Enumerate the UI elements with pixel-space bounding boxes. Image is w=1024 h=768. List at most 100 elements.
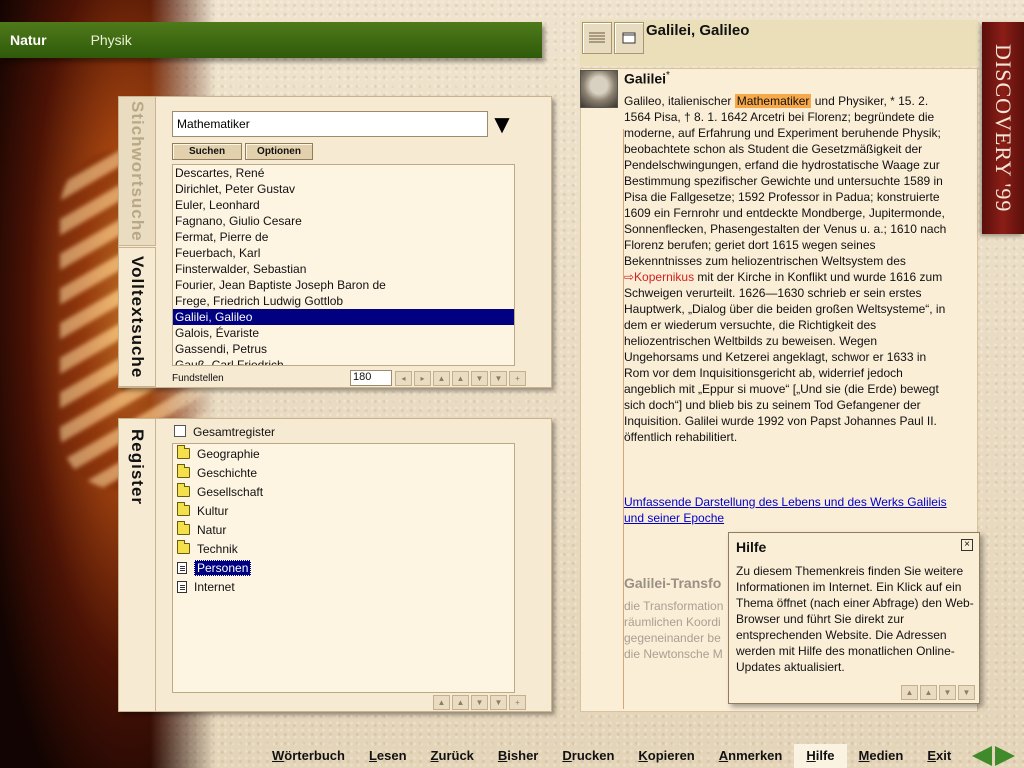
optionen-button[interactable]: Optionen bbox=[245, 143, 313, 160]
menu-item-medien[interactable]: Medien bbox=[847, 744, 916, 768]
menu-item-hilfe[interactable]: Hilfe bbox=[794, 744, 847, 768]
result-row[interactable]: Gassendi, Petrus bbox=[173, 341, 514, 357]
menu-item-label: urück bbox=[438, 748, 474, 763]
menu-item-label: ilfe bbox=[815, 748, 835, 763]
down-icon[interactable]: ▼ bbox=[490, 371, 507, 386]
register-item[interactable]: Geographie bbox=[173, 444, 514, 463]
result-row[interactable]: Fermat, Pierre de bbox=[173, 229, 514, 245]
result-row[interactable]: Frege, Friedrich Ludwig Gottlob bbox=[173, 293, 514, 309]
result-row[interactable]: Fagnano, Giulio Cesare bbox=[173, 213, 514, 229]
down-icon[interactable]: ▼ bbox=[490, 695, 507, 710]
result-row[interactable]: Finsterwalder, Sebastian bbox=[173, 261, 514, 277]
tab-stichwortsuche[interactable]: Stichwortsuche bbox=[118, 96, 156, 246]
article-headword: Galilei* bbox=[624, 70, 670, 87]
category-bar: Natur Physik bbox=[0, 22, 542, 58]
search-input[interactable] bbox=[172, 111, 488, 137]
gesamtregister-checkbox[interactable] bbox=[174, 425, 186, 437]
result-row[interactable]: Galois, Évariste bbox=[173, 325, 514, 341]
gesamtregister-label: Gesamtregister bbox=[193, 425, 276, 439]
register-list[interactable]: Geographie Geschichte Gesellschaft Kultur Na… bbox=[172, 443, 515, 693]
close-icon[interactable]: × bbox=[961, 539, 973, 551]
first-page-icon[interactable]: ◂ bbox=[395, 371, 412, 386]
register-item[interactable]: Gesellschaft bbox=[173, 482, 514, 501]
menu-item-label: isher bbox=[507, 748, 539, 763]
sub-article-line: räumlichen Koordi bbox=[624, 615, 721, 629]
headword-text: Galilei bbox=[624, 70, 667, 87]
register-item-label: Geographie bbox=[197, 446, 260, 461]
add-icon[interactable]: + bbox=[509, 371, 526, 386]
register-item[interactable]: Personen bbox=[173, 558, 514, 577]
menu-item-accesskey: L bbox=[368, 748, 377, 763]
back-arrow-icon[interactable] bbox=[972, 746, 992, 766]
menu-item-drucken[interactable]: Drucken bbox=[550, 744, 626, 768]
article-body: Galileo, italienischer Mathematiker und … bbox=[624, 93, 954, 445]
register-item-label: Internet bbox=[194, 579, 235, 594]
help-popup: Hilfe × Zu diesem Themenkreis finden Sie… bbox=[728, 532, 980, 704]
result-row[interactable]: Gauß, Carl Friedrich bbox=[173, 357, 514, 365]
portrait-image[interactable] bbox=[580, 70, 618, 108]
suchen-button[interactable]: Suchen bbox=[172, 143, 242, 160]
document-icon bbox=[177, 561, 187, 574]
category-physik[interactable]: Physik bbox=[91, 32, 132, 48]
help-body: Zu diesem Themenkreis finden Sie weitere… bbox=[736, 564, 974, 674]
sub-article-line: die Transformation bbox=[624, 599, 724, 613]
register-item[interactable]: Technik bbox=[173, 539, 514, 558]
menu-item-zurück[interactable]: Zurück bbox=[419, 744, 486, 768]
body-text-end: mit der Kirche in Konflikt und wurde 161… bbox=[624, 270, 946, 444]
help-nav-buttons: ▲ ▲ ▼ ▼ bbox=[901, 685, 975, 700]
page-up-icon[interactable]: ▲ bbox=[920, 685, 937, 700]
up-icon[interactable]: ▲ bbox=[901, 685, 918, 700]
menu-item-bisher[interactable]: Bisher bbox=[486, 744, 550, 768]
page-up-icon[interactable]: ▲ bbox=[452, 371, 469, 386]
forward-arrow-icon[interactable] bbox=[995, 746, 1015, 766]
fundstellen-label: Fundstellen bbox=[172, 373, 224, 384]
dropdown-arrow-icon[interactable]: ▼ bbox=[489, 111, 515, 137]
page-up-icon[interactable]: ▲ bbox=[452, 695, 469, 710]
web-link[interactable]: Umfassende Darstellung des Lebens und de… bbox=[624, 494, 954, 526]
page-down-icon[interactable]: ▼ bbox=[471, 371, 488, 386]
result-row[interactable]: Euler, Leonhard bbox=[173, 197, 514, 213]
register-item[interactable]: Kultur bbox=[173, 501, 514, 520]
up-icon[interactable]: ▲ bbox=[433, 695, 450, 710]
result-list[interactable]: Descartes, René Dirichlet, Peter Gustav Eu… bbox=[172, 164, 515, 366]
result-row[interactable]: Descartes, René bbox=[173, 165, 514, 181]
window-view-button[interactable] bbox=[614, 22, 644, 54]
menu-item-wörterbuch[interactable]: Wörterbuch bbox=[260, 744, 357, 768]
register-item[interactable]: Internet bbox=[173, 577, 514, 596]
sub-article-text: die Transformation räumlichen Koordi gegen… bbox=[624, 598, 734, 662]
menu-item-lesen[interactable]: Lesen bbox=[357, 744, 419, 768]
lines-icon bbox=[589, 32, 605, 43]
menu-item-label: opieren bbox=[647, 748, 695, 763]
menu-item-label: xit bbox=[936, 748, 952, 763]
menu-item-kopieren[interactable]: Kopieren bbox=[626, 744, 706, 768]
category-natur[interactable]: Natur bbox=[10, 32, 47, 48]
register-nav-buttons: ▲ ▲ ▼ ▼ + bbox=[433, 695, 526, 710]
kopernikus-link[interactable]: ⇨Kopernikus bbox=[624, 270, 694, 284]
menu-item-anmerken[interactable]: Anmerken bbox=[707, 744, 795, 768]
discovery-logo: DISCOVERY '99 bbox=[982, 22, 1024, 234]
result-row[interactable]: Dirichlet, Peter Gustav bbox=[173, 181, 514, 197]
register-item[interactable]: Geschichte bbox=[173, 463, 514, 482]
list-view-button[interactable] bbox=[582, 22, 612, 54]
result-row[interactable]: Fourier, Jean Baptiste Joseph Baron de bbox=[173, 277, 514, 293]
up-icon[interactable]: ▲ bbox=[433, 371, 450, 386]
tab-register[interactable]: Register bbox=[118, 418, 156, 712]
page-down-icon[interactable]: ▼ bbox=[939, 685, 956, 700]
down-icon[interactable]: ▼ bbox=[958, 685, 975, 700]
result-row[interactable]: Galilei, Galileo bbox=[173, 309, 514, 325]
menu-item-exit[interactable]: Exit bbox=[915, 744, 963, 768]
register-item-label: Gesellschaft bbox=[197, 484, 264, 499]
folder-icon bbox=[177, 464, 190, 478]
menu-item-label: esen bbox=[376, 748, 407, 763]
sub-article-title: Galilei-Transfo bbox=[624, 575, 722, 591]
register-item[interactable]: Natur bbox=[173, 520, 514, 539]
tab-volltextsuche[interactable]: Volltextsuche bbox=[118, 247, 156, 387]
fundstellen-value: 180 bbox=[350, 370, 392, 386]
result-row[interactable]: Feuerbach, Karl bbox=[173, 245, 514, 261]
article-title: Galilei, Galileo bbox=[646, 22, 750, 39]
page-down-icon[interactable]: ▼ bbox=[471, 695, 488, 710]
menu-item-accesskey: A bbox=[718, 748, 729, 763]
next-icon[interactable]: ▸ bbox=[414, 371, 431, 386]
add-icon[interactable]: + bbox=[509, 695, 526, 710]
menu-item-accesskey: H bbox=[806, 748, 816, 763]
